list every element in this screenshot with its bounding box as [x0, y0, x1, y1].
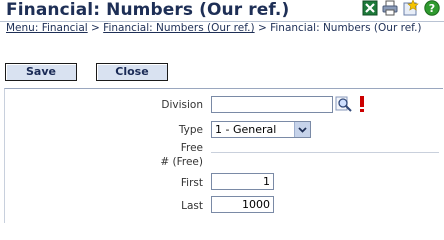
search-icon[interactable]: [335, 96, 353, 113]
first-label: First: [180, 177, 203, 189]
division-field[interactable]: [211, 96, 333, 113]
save-button[interactable]: Save: [5, 63, 77, 81]
print-icon[interactable]: [382, 0, 398, 16]
free-label: Free: [180, 142, 203, 154]
free-count-label: # (Free): [160, 156, 203, 168]
last-field[interactable]: 1000: [211, 196, 274, 213]
excel-icon[interactable]: [362, 0, 378, 16]
required-icon: [359, 96, 365, 112]
first-field[interactable]: 1: [211, 173, 274, 190]
type-select-value: 1 - General: [215, 123, 277, 136]
division-label: Division: [161, 99, 203, 111]
type-label: Type: [178, 124, 203, 136]
breadcrumb-current: Financial: Numbers (Our ref.): [270, 22, 422, 34]
last-label: Last: [181, 200, 203, 212]
svg-text:?: ?: [429, 2, 435, 15]
breadcrumb-menu-link[interactable]: Menu: Financial: [6, 22, 88, 34]
chevron-down-icon[interactable]: [294, 122, 310, 137]
close-button[interactable]: Close: [96, 63, 168, 81]
breadcrumb-text: Menu: Financial > Financial: Numbers (Ou…: [6, 22, 440, 35]
breadcrumb: Menu: Financial > Financial: Numbers (Ou…: [0, 21, 444, 49]
title-bar: Financial: Numbers (Our ref.) ?: [0, 0, 444, 21]
breadcrumb-separator: >: [254, 22, 271, 34]
free-divider: [211, 152, 439, 153]
breadcrumb-separator: >: [87, 22, 104, 34]
toolbar: Save Close: [0, 48, 444, 88]
add-favorite-icon[interactable]: [403, 0, 419, 16]
help-icon[interactable]: ?: [424, 0, 440, 16]
breadcrumb-numbers-link[interactable]: Financial: Numbers (Our ref.): [103, 22, 254, 34]
page-title: Financial: Numbers (Our ref.): [6, 0, 290, 20]
type-select[interactable]: 1 - General: [211, 121, 311, 138]
